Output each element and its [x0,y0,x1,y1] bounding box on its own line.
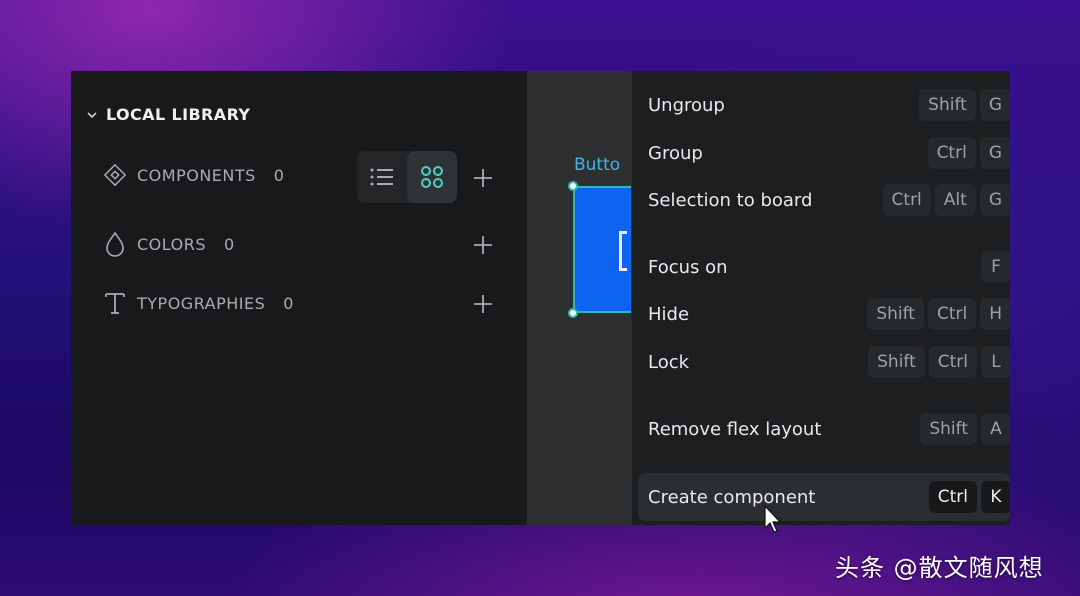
section-count: 0 [283,293,294,313]
plus-icon [474,169,492,187]
library-section-components[interactable]: COMPONENTS 0 [103,163,284,187]
component-diamond-icon [103,163,127,187]
resize-handle-bottom-left[interactable] [568,308,578,318]
design-canvas[interactable]: Butto [527,71,631,525]
section-label: COMPONENTS [137,165,256,185]
plus-icon [474,236,492,254]
context-menu: Ungroup Shift G Group Ctrl G Selection t… [631,71,1010,525]
library-section-colors[interactable]: COLORS 0 [103,231,235,257]
shortcut: F [981,251,1010,283]
list-view-button[interactable] [357,151,407,203]
menu-item-hide[interactable]: Hide Shift Ctrl H [638,292,1010,336]
board-name-label[interactable]: Butto [574,155,620,175]
add-component-button[interactable] [471,166,495,190]
add-color-button[interactable] [471,233,495,257]
shortcut: Shift A [920,413,1010,445]
list-icon [370,168,393,186]
plus-icon [474,295,492,313]
section-count: 0 [273,165,285,185]
menu-item-group[interactable]: Group Ctrl G [638,131,1010,175]
library-title: LOCAL LIBRARY [106,105,251,124]
menu-item-remove-flex-layout[interactable]: Remove flex layout Shift A [638,407,1010,451]
grid-icon [421,166,443,188]
section-label: TYPOGRAPHIES [137,293,266,313]
menu-item-lock[interactable]: Lock Shift Ctrl L [638,340,1010,384]
menu-item-selection-to-board[interactable]: Selection to board Ctrl Alt G [638,178,1010,222]
view-toggle [357,151,457,203]
app-window: LOCAL LIBRARY COMPONENTS 0 COLORS 0 TYPO… [71,71,1010,525]
menu-item-create-component[interactable]: Create component Ctrl K [638,473,1010,521]
color-drop-icon [103,231,127,257]
library-panel: LOCAL LIBRARY COMPONENTS 0 COLORS 0 TYPO… [71,71,527,525]
menu-item-ungroup[interactable]: Ungroup Shift G [638,83,1010,127]
shortcut: Shift Ctrl L [868,346,1010,378]
add-typography-button[interactable] [471,292,495,316]
grid-view-button[interactable] [407,151,457,203]
shortcut: Ctrl G [927,137,1010,169]
shortcut: Shift Ctrl H [867,298,1010,330]
shortcut: Shift G [919,89,1010,121]
chevron-down-icon [85,108,99,122]
section-count: 0 [223,234,235,254]
mouse-cursor-icon [764,504,782,533]
library-header[interactable]: LOCAL LIBRARY [85,105,250,124]
typography-t-icon [103,291,127,315]
shortcut: Ctrl K [928,481,1010,513]
resize-handle-top-left[interactable] [568,181,578,191]
section-label: COLORS [137,234,206,254]
shortcut: Ctrl Alt G [882,184,1010,216]
menu-item-focus-on[interactable]: Focus on F [638,245,1010,289]
watermark: 头条 @散文随风想 [835,554,1044,582]
board-text-glyph [619,231,627,271]
library-section-typographies[interactable]: TYPOGRAPHIES 0 [103,291,294,315]
